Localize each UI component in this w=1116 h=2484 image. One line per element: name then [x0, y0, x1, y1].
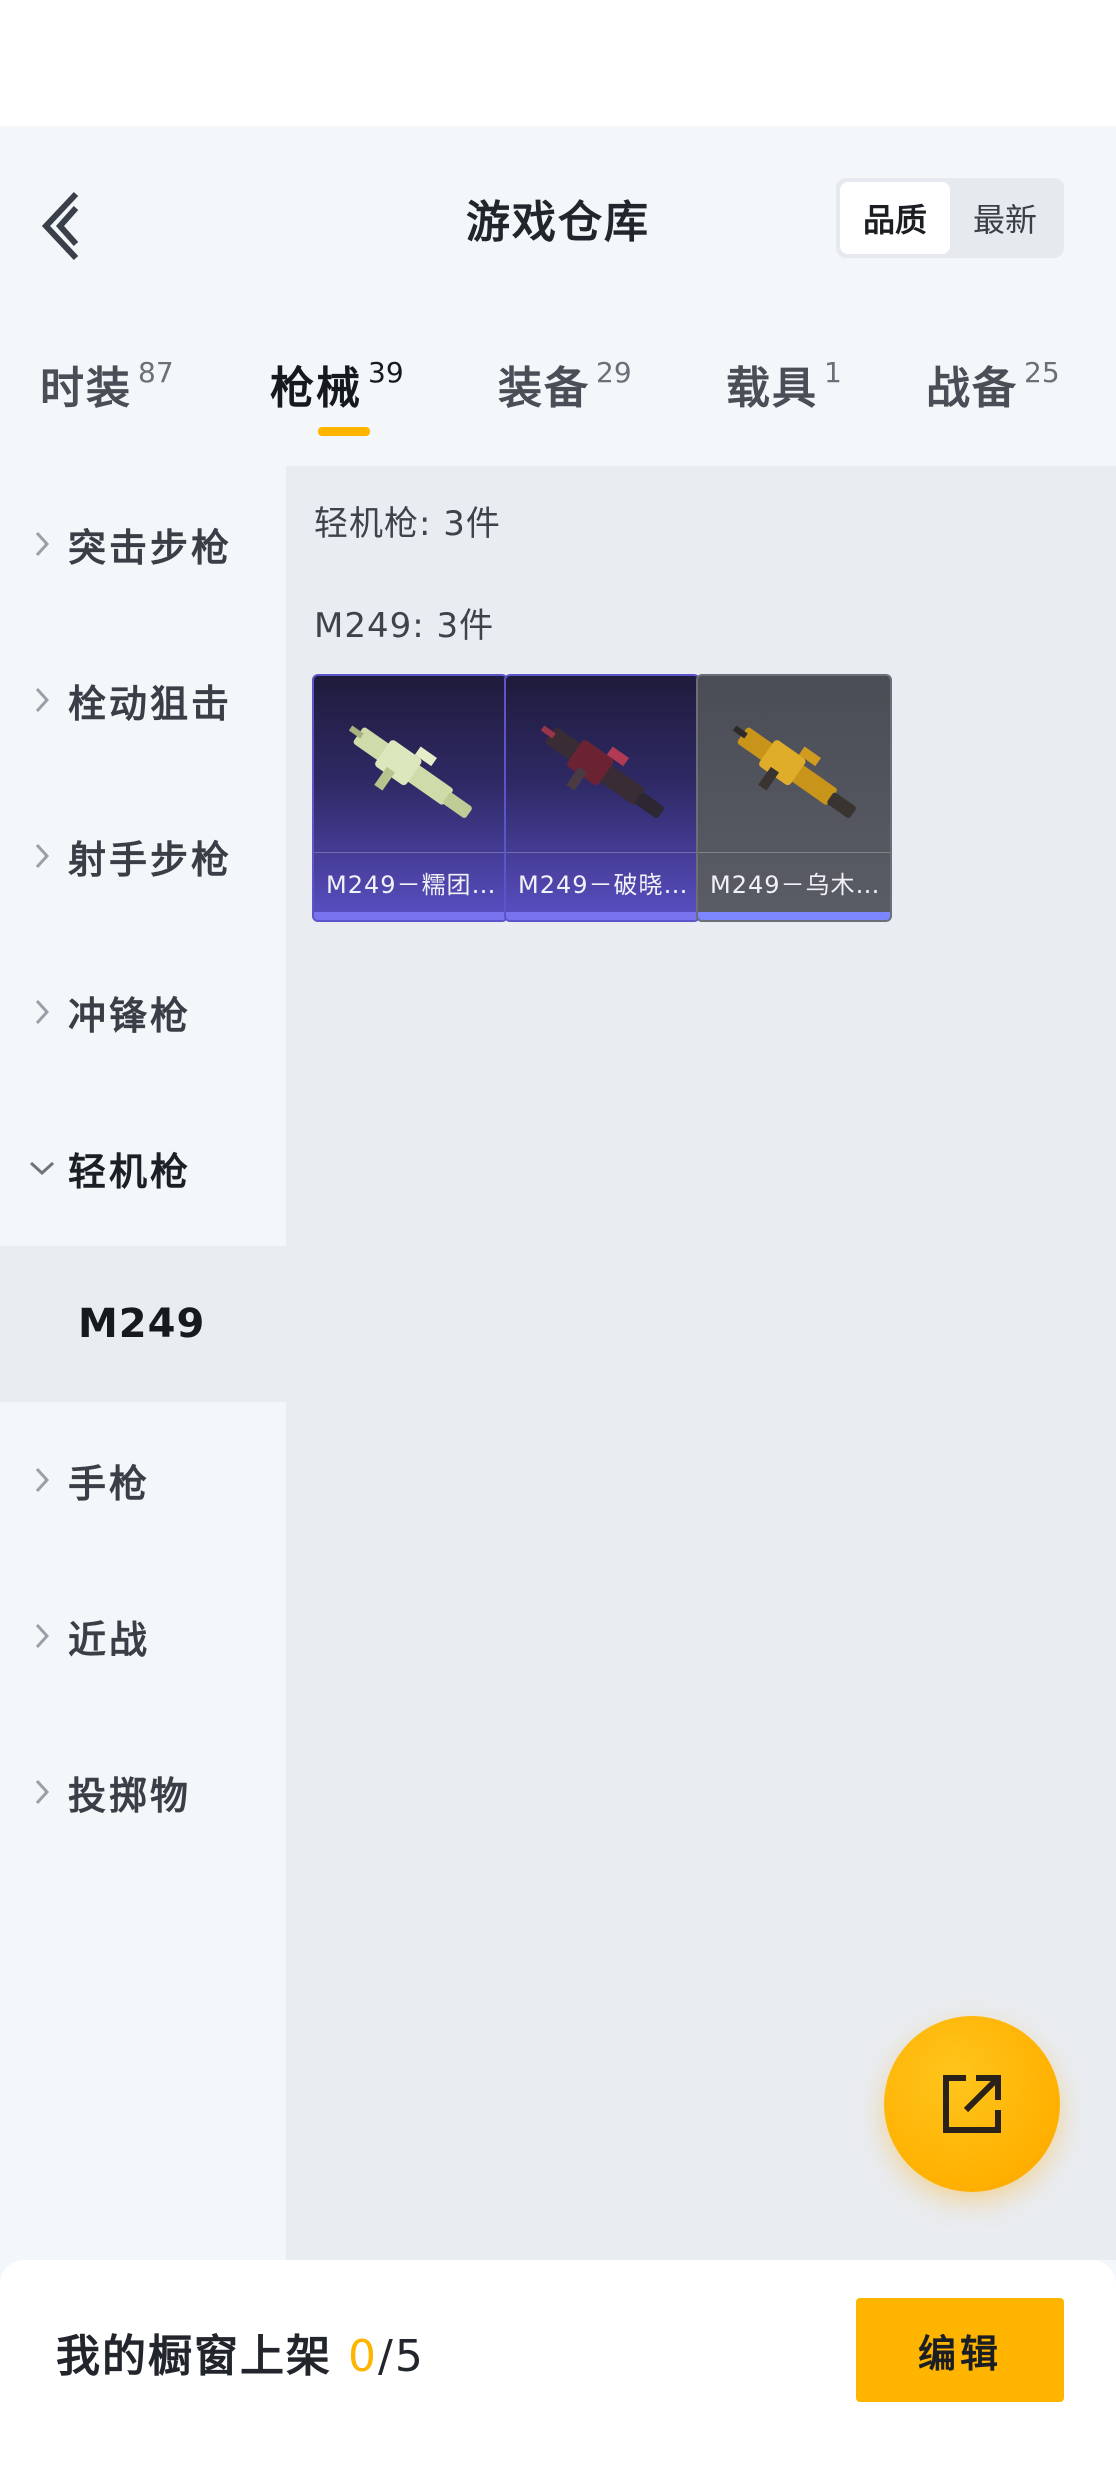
skin-card-list: M249－糯团… M249－破晓… M249－乌木…: [312, 674, 900, 922]
chevron-right-icon: [22, 1622, 62, 1650]
sidebar-item-pistol[interactable]: 手枪: [0, 1402, 286, 1558]
sidebar-item-throwable[interactable]: 投掷物: [0, 1714, 286, 1870]
showcase-label: 我的橱窗上架: [56, 2331, 332, 2382]
tab-count: 87: [138, 356, 174, 389]
sidebar-item-label: 手枪: [68, 1461, 151, 1506]
tab-count: 1: [824, 356, 842, 389]
chevron-right-icon: [22, 1466, 62, 1494]
sidebar-item-label: 轻机枪: [68, 1149, 192, 1194]
category-count-title: 轻机枪: 3件: [314, 504, 501, 544]
skin-card[interactable]: M249－糯团…: [312, 674, 508, 922]
sidebar-item-lmg[interactable]: 轻机枪: [0, 1090, 286, 1246]
tab-firearms[interactable]: 枪械 39: [270, 352, 404, 416]
chevron-right-icon: [22, 530, 62, 558]
weapon-type-sidebar: 突击步枪 栓动狙击 射手步枪 冲锋枪 轻机枪 M249 手枪 近战 投掷物: [0, 466, 286, 2260]
chevron-down-icon: [22, 1159, 62, 1177]
sidebar-item-smg[interactable]: 冲锋枪: [0, 934, 286, 1090]
sidebar-item-label: 近战: [68, 1617, 151, 1662]
chevron-right-icon: [22, 842, 62, 870]
card-name-bar: M249－糯团…: [314, 852, 506, 912]
skin-card[interactable]: M249－破晓…: [504, 674, 700, 922]
sidebar-subitem-label: M249: [78, 1301, 206, 1347]
tab-count: 39: [368, 356, 404, 389]
showcase-count: 0/5: [348, 2331, 425, 2382]
sidebar-item-bolt-sniper[interactable]: 栓动狙击: [0, 622, 286, 778]
tab-battle-gear[interactable]: 战备 25: [926, 352, 1060, 416]
sidebar-item-assault-rifle[interactable]: 突击步枪: [0, 466, 286, 622]
category-tabs: 时装 87 枪械 39 装备 29 载具 1 战备 25: [0, 306, 1116, 466]
tab-count: 29: [596, 356, 632, 389]
share-external-icon: [943, 2075, 1001, 2133]
m249-skin-icon: [698, 686, 890, 856]
header: 游戏仓库 品质 最新: [0, 126, 1116, 306]
active-tab-indicator: [318, 427, 370, 436]
chevron-right-icon: [22, 998, 62, 1026]
m249-skin-icon: [506, 686, 698, 856]
tab-label: 载具: [726, 363, 818, 414]
showcase-bar: 我的橱窗上架 0/5 编辑: [0, 2260, 1116, 2484]
showcase-status: 我的橱窗上架 0/5: [56, 2320, 425, 2384]
tab-costume[interactable]: 时装 87: [40, 352, 174, 416]
chevron-right-icon: [22, 686, 62, 714]
rarity-stripe: [314, 912, 506, 920]
card-name: M249－乌木…: [710, 871, 881, 899]
item-grid-panel: 轻机枪: 3件 M249: 3件 M249－糯团… M249－破晓… M249－…: [286, 466, 1116, 2260]
card-name-bar: M249－破晓…: [506, 852, 698, 912]
sidebar-item-label: 投掷物: [68, 1773, 192, 1818]
tab-equipment[interactable]: 装备 29: [498, 352, 632, 416]
card-name: M249－糯团…: [326, 871, 497, 899]
edit-button[interactable]: 编辑: [856, 2298, 1064, 2402]
m249-skin-icon: [314, 686, 506, 856]
tab-label: 战备: [926, 363, 1018, 414]
tab-vehicles[interactable]: 载具 1: [726, 352, 842, 416]
tab-count: 25: [1024, 356, 1060, 389]
sidebar-item-marksman-rifle[interactable]: 射手步枪: [0, 778, 286, 934]
card-name: M249－破晓…: [518, 871, 689, 899]
tab-label: 枪械: [270, 363, 362, 414]
rarity-stripe: [506, 912, 698, 920]
sidebar-item-label: 射手步枪: [68, 837, 233, 882]
share-button[interactable]: [884, 2016, 1060, 2192]
sort-by-quality[interactable]: 品质: [840, 182, 950, 254]
card-name-bar: M249－乌木…: [698, 852, 890, 912]
sidebar-item-label: 栓动狙击: [68, 681, 233, 726]
showcase-current: 0: [348, 2331, 378, 2382]
status-bar-area: [0, 0, 1116, 126]
showcase-total: /5: [378, 2331, 425, 2382]
chevron-right-icon: [22, 1778, 62, 1806]
sort-by-latest[interactable]: 最新: [950, 182, 1060, 254]
sidebar-item-melee[interactable]: 近战: [0, 1558, 286, 1714]
sidebar-subitem-m249[interactable]: M249: [0, 1246, 286, 1402]
tab-label: 装备: [498, 363, 590, 414]
tab-label: 时装: [40, 363, 132, 414]
weapon-group-title: M249: 3件: [314, 606, 495, 646]
sidebar-item-label: 突击步枪: [68, 525, 233, 570]
sidebar-item-label: 冲锋枪: [68, 993, 192, 1038]
sort-toggle: 品质 最新: [836, 178, 1064, 258]
rarity-stripe: [698, 912, 890, 920]
skin-card[interactable]: M249－乌木…: [696, 674, 892, 922]
